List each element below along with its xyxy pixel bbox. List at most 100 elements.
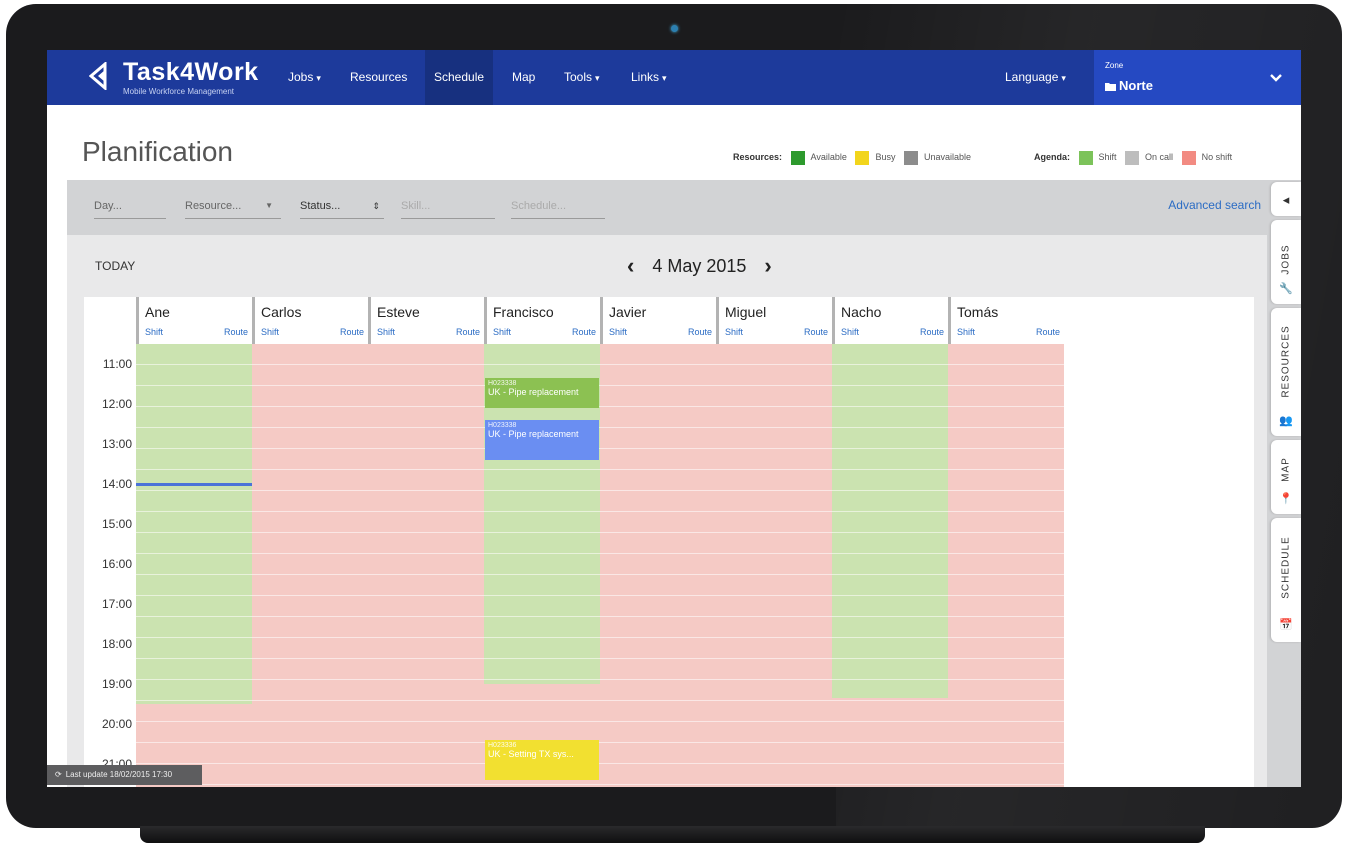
tab-resources-label: RESOURCES <box>1280 325 1292 398</box>
resource-name[interactable]: Tomás <box>957 304 998 320</box>
resource-name[interactable]: Carlos <box>261 304 301 320</box>
status-filter-select[interactable]: Status... ⇕ <box>300 198 384 219</box>
resource-timeline[interactable] <box>600 344 716 787</box>
job-id: H023338 <box>488 422 517 429</box>
resource-name[interactable]: Ane <box>145 304 170 320</box>
tab-resources[interactable]: RESOURCES 👥 <box>1271 308 1301 436</box>
available-swatch <box>790 150 805 165</box>
shift-link[interactable]: Shift <box>609 327 627 337</box>
route-link[interactable]: Route <box>688 327 712 337</box>
zone-selector[interactable]: Zone Norte <box>1094 50 1301 105</box>
tab-map[interactable]: MAP 📍 <box>1271 440 1301 514</box>
agenda-legend-label: Agenda: <box>1034 152 1070 162</box>
resource-column: Nacho Shift Route <box>832 297 948 787</box>
advanced-search-link[interactable]: Advanced search <box>1168 198 1261 212</box>
unavailable-swatch <box>903 150 918 165</box>
next-day-button[interactable]: › <box>764 253 771 279</box>
resource-timeline[interactable] <box>716 344 832 787</box>
route-link[interactable]: Route <box>1036 327 1060 337</box>
shift-link[interactable]: Shift <box>145 327 163 337</box>
tab-schedule[interactable]: SCHEDULE 📅 <box>1271 518 1301 642</box>
shift-link[interactable]: Shift <box>261 327 279 337</box>
resource-timeline[interactable] <box>948 344 1064 787</box>
legend-available: Available <box>810 152 847 162</box>
busy-swatch <box>855 150 870 165</box>
resource-name[interactable]: Javier <box>609 304 646 320</box>
job-event[interactable]: H023338 UK - Pipe replacement <box>485 420 599 460</box>
shift-link[interactable]: Shift <box>493 327 511 337</box>
resource-timeline[interactable] <box>252 344 368 787</box>
job-title: UK - Pipe replacement <box>488 387 579 397</box>
shift-block[interactable] <box>832 344 948 698</box>
resource-name[interactable]: Esteve <box>377 304 420 320</box>
route-link[interactable]: Route <box>340 327 364 337</box>
job-title: UK - Setting TX sys... <box>488 749 574 759</box>
resources-legend: Resources: Available Busy Unavailable <box>733 150 971 165</box>
resource-timeline[interactable] <box>832 344 948 787</box>
shift-link[interactable]: Shift <box>377 327 395 337</box>
nav-tools[interactable]: Tools ▾ <box>555 50 609 105</box>
job-event[interactable]: H023338 UK - Pipe replacement <box>485 378 599 408</box>
hour-label: 13:00 <box>101 437 132 451</box>
route-link[interactable]: Route <box>456 327 480 337</box>
nav-jobs[interactable]: Jobs ▾ <box>279 50 330 105</box>
hour-label: 19:00 <box>101 677 132 691</box>
shift-link[interactable]: Shift <box>841 327 859 337</box>
shift-block[interactable] <box>136 344 252 704</box>
job-event[interactable]: H023336 UK - Setting TX sys... <box>485 740 599 780</box>
route-link[interactable]: Route <box>804 327 828 337</box>
calendar-panel: TODAY ‹ 4 May 2015 › 11:00 12:00 13:00 14:00 1… <box>67 235 1267 787</box>
collapse-panel-button[interactable]: ◂ <box>1271 182 1301 216</box>
resource-name[interactable]: Francisco <box>493 304 554 320</box>
nav-resources-label: Resources <box>350 70 408 84</box>
resource-timeline[interactable] <box>368 344 484 787</box>
prev-day-button[interactable]: ‹ <box>627 253 634 279</box>
resource-header: Esteve Shift Route <box>368 297 484 344</box>
tab-jobs[interactable]: JOBS 🔧 <box>1271 220 1301 304</box>
nav-map[interactable]: Map <box>503 50 544 105</box>
route-link[interactable]: Route <box>572 327 596 337</box>
chevron-down-icon[interactable] <box>1269 71 1283 85</box>
resource-column: Carlos Shift Route <box>252 297 368 787</box>
hour-label: 11:00 <box>102 357 132 371</box>
schedule-filter-input[interactable]: Schedule... <box>511 198 605 219</box>
nav-tools-label: Tools <box>564 70 593 84</box>
resource-name[interactable]: Miguel <box>725 304 766 320</box>
current-time-line <box>136 483 252 486</box>
caret-down-icon: ▾ <box>316 73 321 83</box>
laptop-base <box>140 826 1205 843</box>
nav-schedule[interactable]: Schedule <box>425 50 494 105</box>
route-link[interactable]: Route <box>920 327 944 337</box>
shift-link[interactable]: Shift <box>725 327 743 337</box>
filter-bar: Day... Resource... ▼ Status... ⇕ Skill... … <box>67 180 1267 235</box>
nav-map-label: Map <box>512 70 536 84</box>
nav-resources[interactable]: Resources <box>341 50 416 105</box>
last-update-text: Last update 18/02/2015 17:30 <box>65 770 173 779</box>
resource-filter-select[interactable]: Resource... ▼ <box>185 198 281 219</box>
language-menu[interactable]: Language ▾ <box>1005 50 1066 105</box>
resource-column: Javier Shift Route <box>600 297 716 787</box>
hour-label: 15:00 <box>101 517 132 531</box>
legend-no-shift: No shift <box>1201 152 1233 162</box>
resource-timeline[interactable] <box>136 344 252 787</box>
nav-links[interactable]: Links ▾ <box>622 50 676 105</box>
resources-legend-label: Resources: <box>733 152 783 162</box>
shift-link[interactable]: Shift <box>957 327 975 337</box>
zone-name: Norte <box>1119 78 1153 93</box>
resource-timeline[interactable] <box>484 344 600 787</box>
day-filter-input[interactable]: Day... <box>94 198 166 219</box>
brand-tagline: Mobile Workforce Management <box>123 87 235 96</box>
resource-header: Miguel Shift Route <box>716 297 832 344</box>
caret-down-icon: ▾ <box>662 73 667 83</box>
legend-busy: Busy <box>875 152 896 162</box>
resource-name[interactable]: Nacho <box>841 304 881 320</box>
today-button[interactable]: TODAY <box>95 259 135 273</box>
refresh-icon[interactable]: ⟳ <box>55 770 62 779</box>
skill-filter-input[interactable]: Skill... <box>401 198 495 219</box>
nav-jobs-label: Jobs <box>288 70 314 84</box>
resource-column: Francisco Shift Route <box>484 297 600 787</box>
route-link[interactable]: Route <box>224 327 248 337</box>
hour-label: 20:00 <box>101 717 132 731</box>
brand-logo-icon <box>89 62 107 90</box>
hour-label: 12:00 <box>101 397 132 411</box>
